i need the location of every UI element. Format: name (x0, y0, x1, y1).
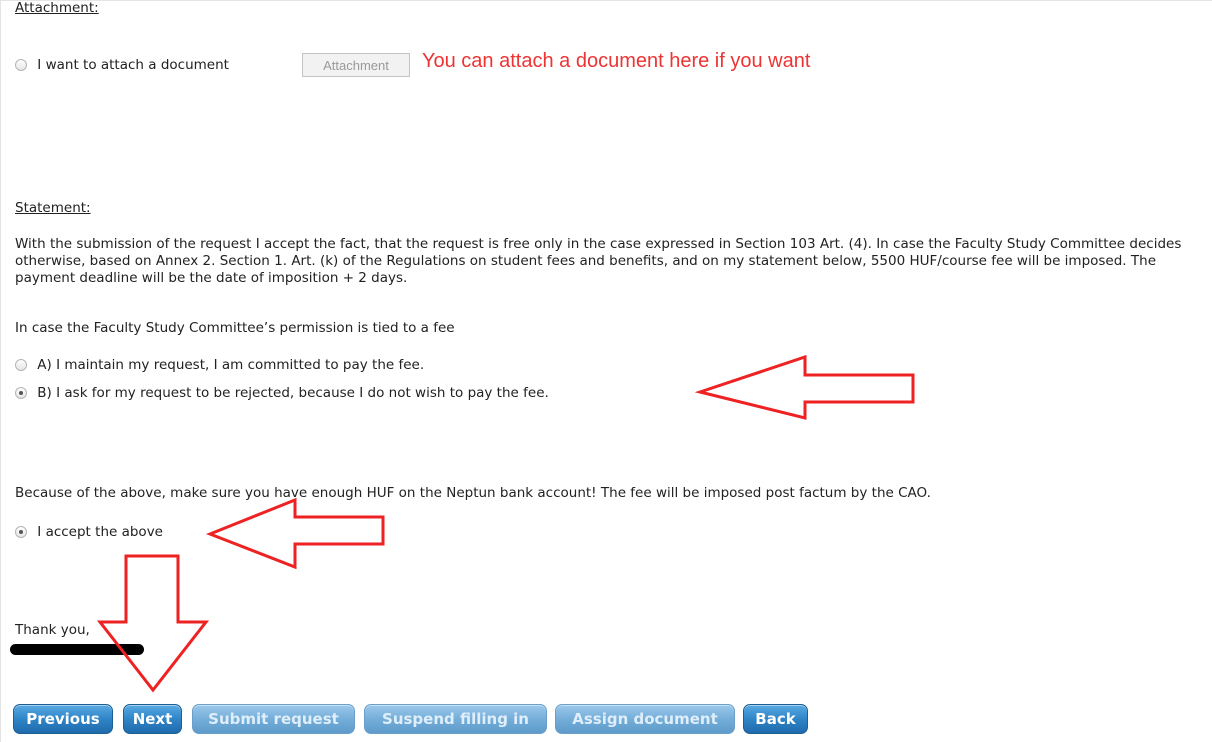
attachment-hint-annotation: You can attach a document here if you wa… (422, 50, 811, 72)
submit-request-button[interactable]: Submit request (192, 704, 355, 734)
attachment-section-title: Attachment: (15, 0, 99, 16)
fee-question: In case the Faculty Study Committee’s pe… (15, 320, 455, 336)
option-b-label: B) I ask for my request to be rejected, … (37, 385, 549, 401)
attach-document-option[interactable]: I want to attach a document (15, 57, 229, 73)
arrow-to-option-b-icon (694, 354, 915, 420)
thank-you-text: Thank you, (15, 622, 90, 638)
assign-document-button[interactable]: Assign document (555, 704, 735, 734)
option-b-row[interactable]: B) I ask for my request to be rejected, … (15, 385, 549, 401)
option-a-radio[interactable] (15, 359, 27, 371)
arrow-down-to-next-icon (96, 554, 210, 693)
next-button[interactable]: Next (123, 704, 182, 734)
attachment-button[interactable]: Attachment (302, 53, 410, 77)
option-b-radio[interactable] (15, 387, 27, 399)
accept-row[interactable]: I accept the above (15, 524, 163, 540)
statement-paragraph: With the submission of the request I acc… (15, 236, 1182, 286)
suspend-filling-button[interactable]: Suspend filling in (364, 704, 547, 734)
previous-button[interactable]: Previous (13, 704, 113, 734)
accept-label: I accept the above (37, 524, 163, 540)
attach-document-radio[interactable] (15, 59, 27, 71)
back-button[interactable]: Back (743, 704, 808, 734)
frame-left-border (0, 0, 1, 742)
arrow-to-accept-icon (205, 497, 385, 570)
accept-radio[interactable] (15, 526, 27, 538)
option-a-label: A) I maintain my request, I am committed… (37, 357, 425, 373)
frame-top-border (0, 0, 1212, 1)
option-a-row[interactable]: A) I maintain my request, I am committed… (15, 357, 424, 373)
redacted-name (10, 644, 144, 655)
bank-account-notice: Because of the above, make sure you have… (15, 485, 931, 501)
attach-document-label: I want to attach a document (37, 57, 229, 73)
statement-section-title: Statement: (15, 200, 91, 216)
